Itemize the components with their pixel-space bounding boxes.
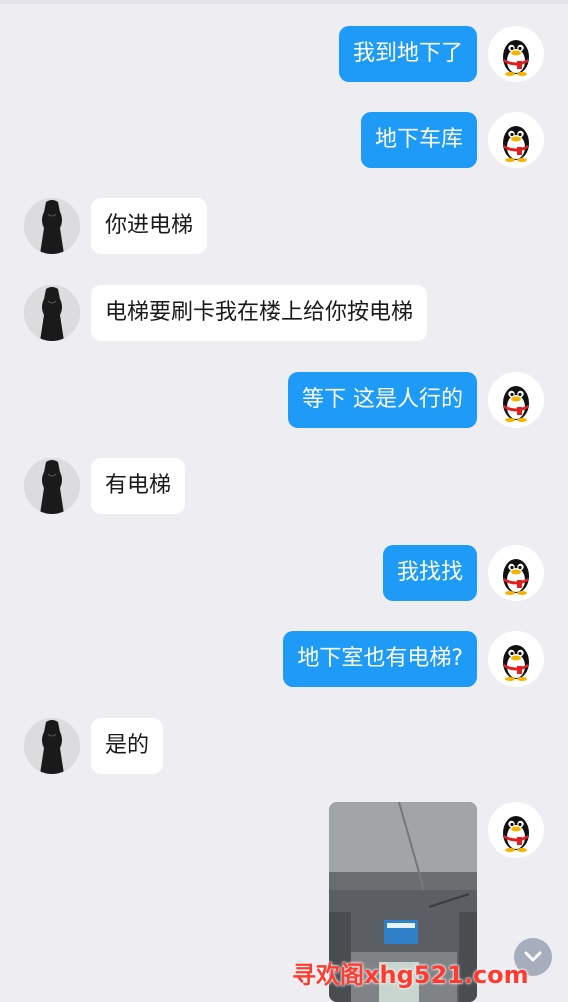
self-avatar[interactable]	[488, 372, 544, 428]
qq-penguin-avatar-icon	[503, 386, 529, 422]
black-dress-avatar	[24, 198, 80, 254]
self-avatar[interactable]	[488, 545, 544, 601]
message-bubble[interactable]: 地下车库	[360, 112, 477, 168]
self-avatar[interactable]	[488, 112, 544, 168]
self-avatar[interactable]	[488, 802, 544, 858]
message-bubble[interactable]: 你进电梯	[91, 198, 208, 254]
message-row: 有电梯	[0, 458, 568, 514]
message-row: 我到地下了	[0, 26, 568, 82]
watermark: 寻欢阁xhg521.com	[292, 961, 529, 989]
qq-penguin-avatar-icon	[503, 645, 529, 681]
contact-avatar[interactable]	[24, 718, 80, 774]
message-bubble[interactable]: 有电梯	[91, 458, 186, 514]
black-dress-avatar	[24, 458, 80, 514]
self-avatar[interactable]	[488, 631, 544, 687]
contact-avatar[interactable]	[24, 198, 80, 254]
message-row: 电梯要刷卡我在楼上给你按电梯	[0, 285, 568, 341]
qq-penguin-avatar-icon	[503, 40, 529, 76]
message-bubble[interactable]: 我到地下了	[338, 26, 477, 82]
message-bubble[interactable]: 等下 这是人行的	[288, 372, 477, 428]
qq-penguin-avatar-icon	[503, 559, 529, 595]
message-row: 是的	[0, 718, 568, 774]
contact-avatar[interactable]	[24, 458, 80, 514]
message-row: 等下 这是人行的	[0, 372, 568, 428]
message-row: 地下车库	[0, 112, 568, 168]
self-avatar[interactable]	[488, 26, 544, 82]
top-edge	[0, 0, 568, 4]
message-bubble[interactable]: 地下室也有电梯?	[283, 631, 477, 687]
message-bubble[interactable]: 是的	[91, 718, 164, 774]
message-bubble[interactable]: 我找找	[382, 545, 477, 601]
message-row: 我找找	[0, 545, 568, 601]
message-row: 你进电梯	[0, 198, 568, 254]
black-dress-avatar	[24, 285, 80, 341]
contact-avatar[interactable]	[24, 285, 80, 341]
message-bubble[interactable]: 电梯要刷卡我在楼上给你按电梯	[91, 285, 428, 341]
black-dress-avatar	[24, 718, 80, 774]
message-row: 地下室也有电梯?	[0, 631, 568, 687]
qq-penguin-avatar-icon	[503, 126, 529, 162]
qq-penguin-avatar-icon	[503, 816, 529, 852]
